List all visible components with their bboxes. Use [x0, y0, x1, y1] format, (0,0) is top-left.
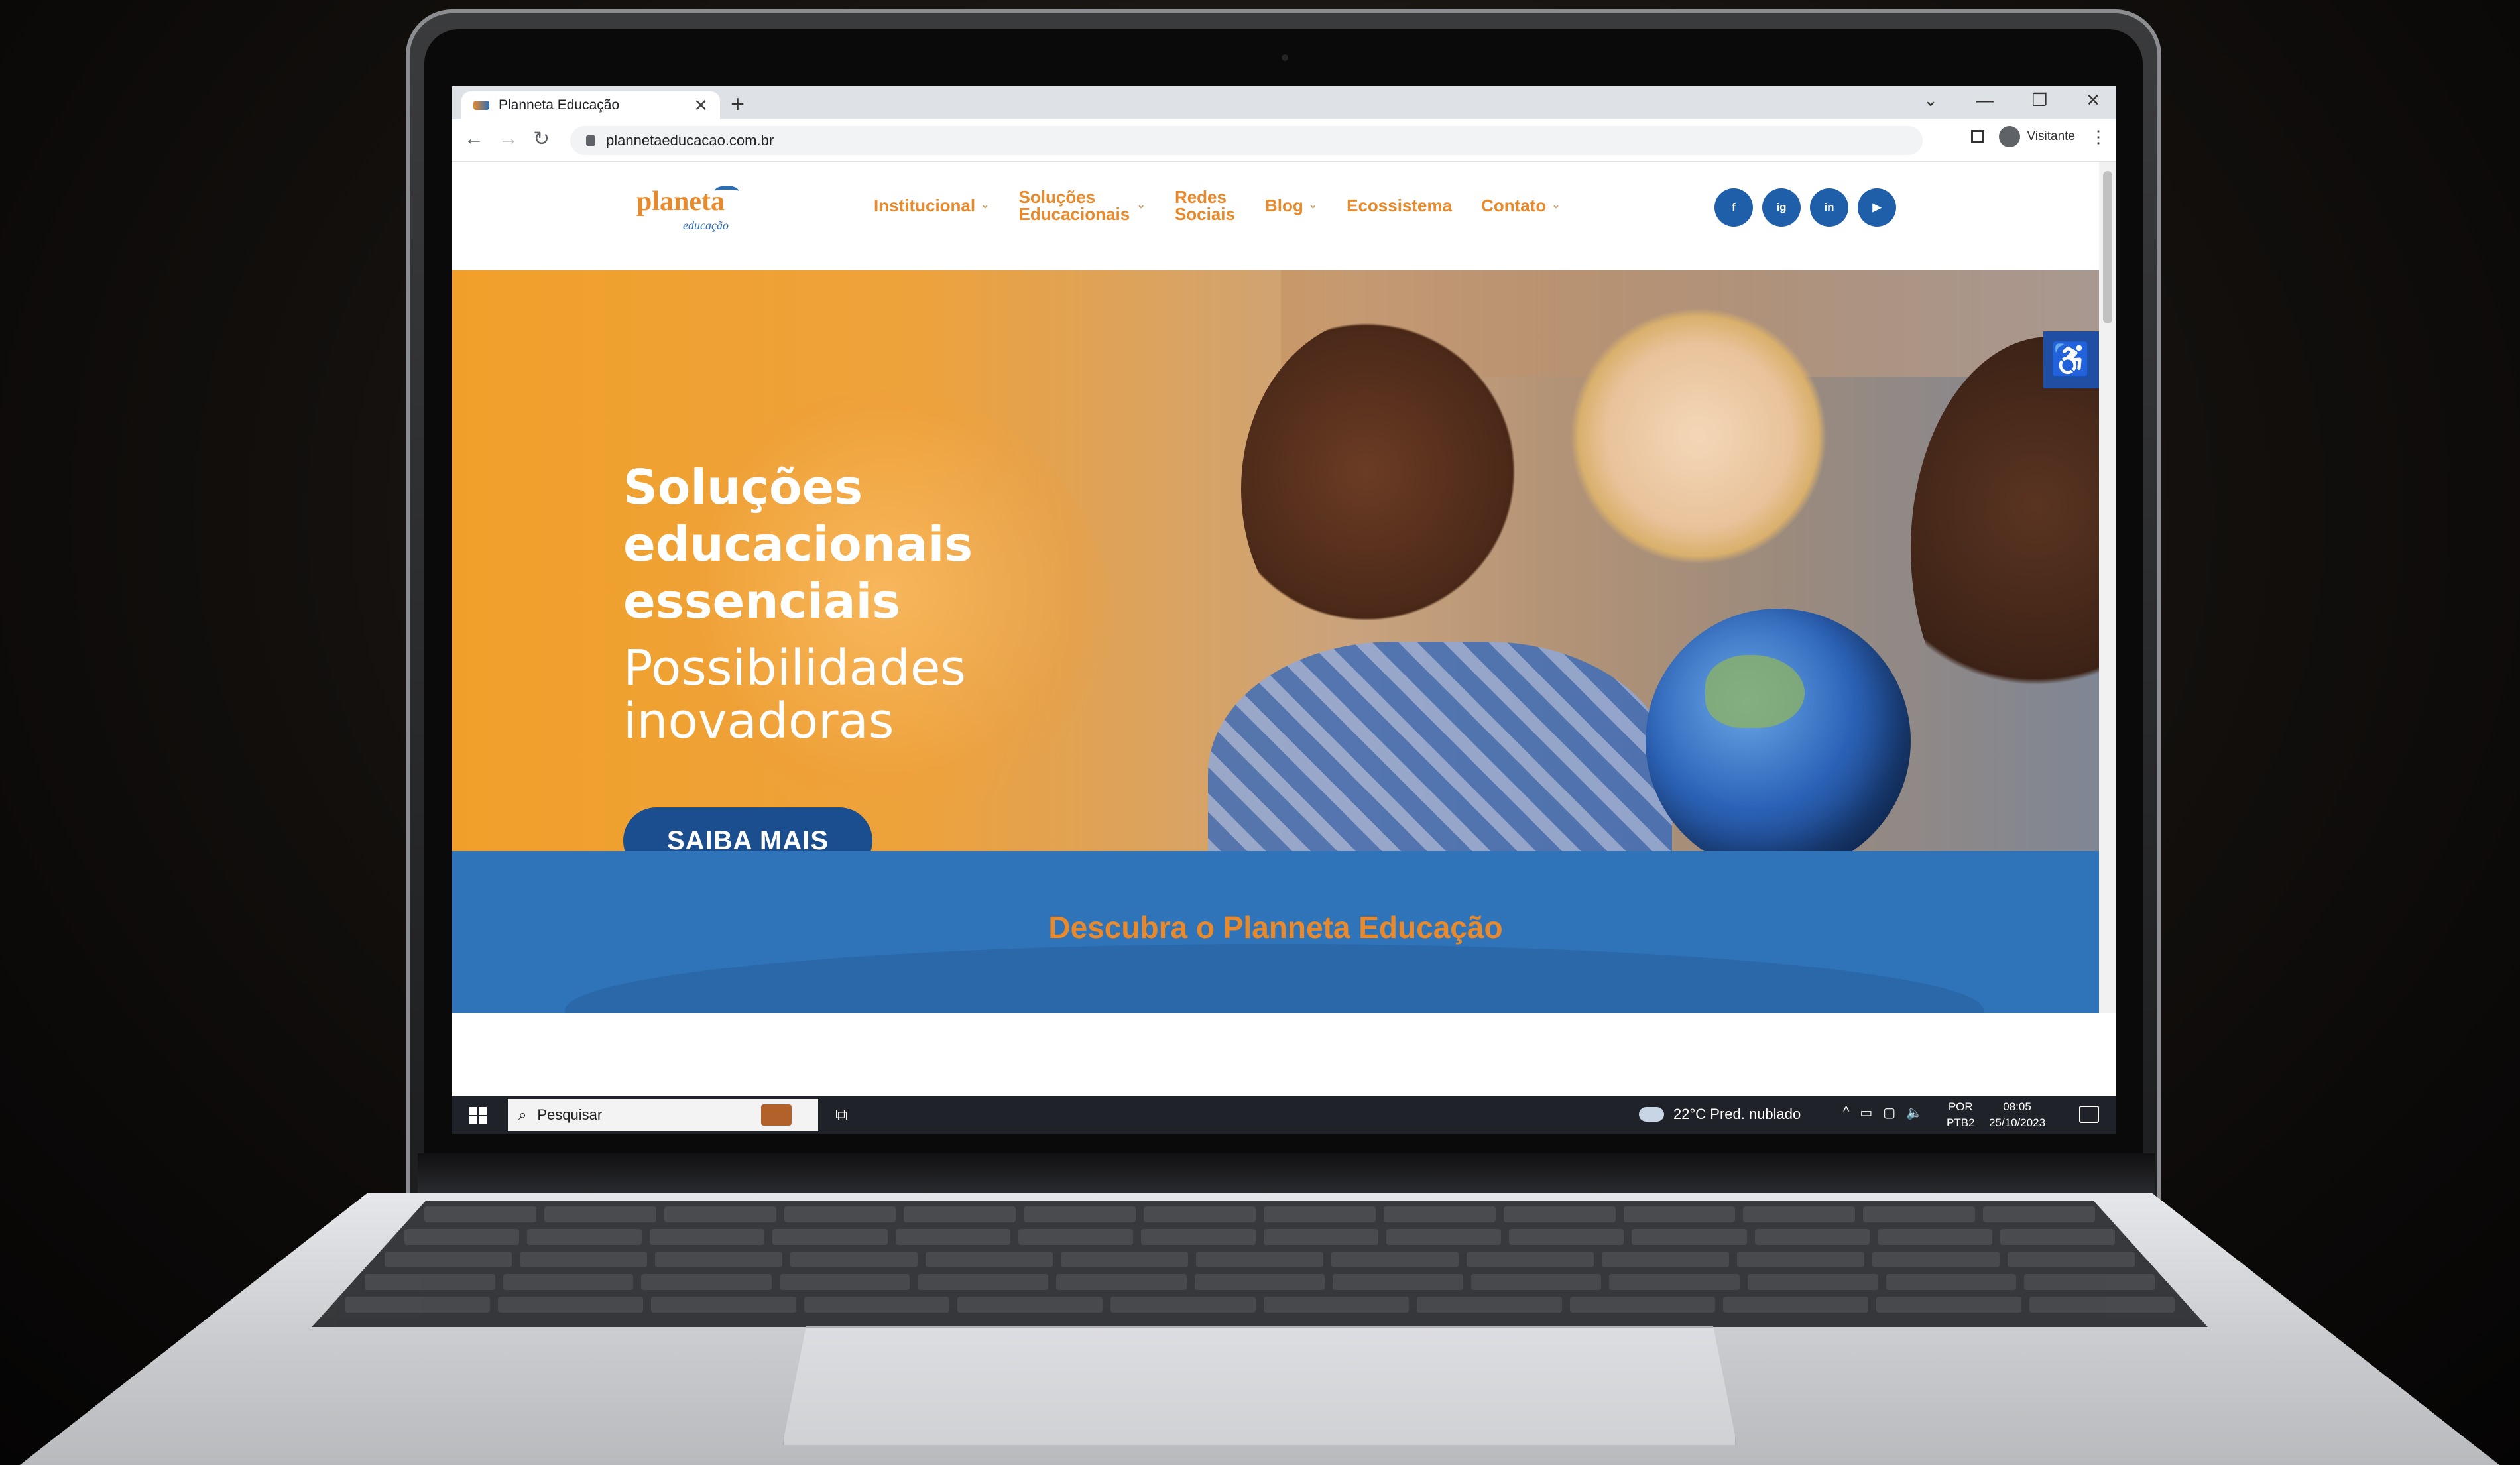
url-text: plannetaeducacao.com.br [606, 132, 774, 148]
task-view-icon[interactable]: ⧉ [835, 1104, 848, 1126]
tab-title: Planneta Educação [499, 97, 620, 113]
briefcase-icon [761, 1104, 792, 1126]
linkedin-icon[interactable]: in [1810, 188, 1848, 227]
laptop-hinge [418, 1153, 2155, 1195]
browser-tab[interactable]: Planneta Educação ✕ [461, 91, 720, 119]
menu-label: Contato [1481, 196, 1547, 215]
system-tray: ^ ▭ ▢ 🔈 [1843, 1104, 1923, 1121]
avatar [1999, 126, 2021, 147]
menu-item-solucoes[interactable]: Soluções Educacionais ⌄ [1019, 188, 1146, 223]
toolbar-right: Visitante ⋮ [1971, 126, 2107, 147]
new-tab-button[interactable]: + [731, 90, 745, 118]
back-icon[interactable]: ← [464, 127, 484, 150]
section-title: Descubra o Planneta Educação [1048, 910, 1503, 945]
lock-icon [586, 135, 595, 146]
chevron-down-icon: ⌄ [1551, 200, 1561, 211]
taskbar-clock[interactable]: 08:05 25/10/2023 [1989, 1099, 2045, 1131]
main-menu: Institucional ⌄ Soluções Educacionais ⌄ … [874, 188, 1561, 223]
menu-label: Redes Sociais [1174, 187, 1235, 224]
language-indicator[interactable]: POR PTB2 [1947, 1099, 1975, 1131]
menu-item-contato[interactable]: Contato ⌄ [1481, 197, 1561, 214]
tab-close-icon[interactable]: ✕ [693, 95, 708, 116]
minimize-button[interactable]: — [1976, 90, 1994, 111]
youtube-icon[interactable]: ▶ [1858, 188, 1896, 227]
trackpad [782, 1326, 1737, 1445]
tray-expand-icon[interactable]: ^ [1843, 1104, 1849, 1121]
side-panel-icon[interactable] [1971, 130, 1985, 143]
clock-date: 25/10/2023 [1989, 1116, 2046, 1129]
search-placeholder: Pesquisar [537, 1106, 603, 1123]
profile-button[interactable]: Visitante [1999, 126, 2075, 147]
notification-icon[interactable] [2079, 1106, 2099, 1123]
search-icon: ⌕ [518, 1106, 527, 1123]
close-window-button[interactable]: ✕ [2086, 90, 2100, 111]
windows-taskbar: ⌕ Pesquisar ⧉ 22°C Pred. nublado ^ ▭ ▢ 🔈… [452, 1096, 2116, 1134]
address-bar[interactable]: plannetaeducacao.com.br [570, 126, 1923, 155]
chevron-down-icon: ⌄ [981, 200, 990, 211]
hero-text: Soluções educacionais essenciais Possibi… [623, 459, 1087, 748]
menu-item-ecossistema[interactable]: Ecossistema [1347, 197, 1452, 214]
lang-code: POR [1948, 1100, 1973, 1113]
accessibility-icon[interactable]: ♿ [2043, 331, 2099, 388]
site-logo[interactable]: planeta educação [636, 186, 749, 239]
maximize-button[interactable]: ❐ [2032, 90, 2047, 111]
menu-label: Soluções Educacionais [1018, 187, 1130, 224]
logo-subtext: educação [683, 219, 729, 232]
browser-toolbar: ← → ↻ plannetaeducacao.com.br Visitante … [452, 119, 2116, 162]
battery-icon[interactable]: ▭ [1860, 1104, 1872, 1121]
scrollbar-thumb[interactable] [2103, 171, 2112, 323]
weather-text: 22°C Pred. nublado [1673, 1106, 1801, 1122]
profile-label: Visitante [2027, 129, 2075, 143]
menu-label: Blog [1264, 196, 1303, 215]
weather-widget[interactable]: 22°C Pred. nublado [1639, 1106, 1801, 1123]
webcam [1282, 54, 1288, 61]
page-scrollbar[interactable] [2099, 162, 2116, 1013]
chevron-down-icon: ⌄ [1136, 200, 1146, 211]
laptop-screen: Planneta Educação ✕ + ⌄ — ❐ ✕ ← → ↻ plan… [452, 86, 2116, 1134]
keyboard-layout: PTB2 [1947, 1116, 1975, 1129]
windows-start-icon[interactable] [469, 1107, 487, 1124]
menu-label: Institucional [874, 196, 976, 215]
web-page: planeta educação Institucional ⌄ Soluçõe… [452, 162, 2099, 1013]
discover-section: Descubra o Planneta Educação [452, 851, 2099, 1013]
menu-item-redes-sociais[interactable]: Redes Sociais [1175, 188, 1236, 223]
forward-icon[interactable]: → [499, 127, 518, 150]
hero-photo-child [1559, 284, 1838, 589]
volume-icon[interactable]: 🔈 [1906, 1104, 1923, 1121]
hero-subtitle: Possibilidades inovadoras [623, 640, 966, 750]
chevron-down-icon: ⌄ [1308, 200, 1318, 211]
social-links: f ig in ▶ [1714, 188, 1896, 227]
browser-tab-bar: Planneta Educação ✕ + ⌄ — ❐ ✕ [452, 86, 2116, 119]
site-header: planeta educação Institucional ⌄ Soluçõe… [452, 162, 2099, 270]
tab-search-icon[interactable]: ⌄ [1923, 90, 1938, 111]
network-icon[interactable]: ▢ [1883, 1104, 1895, 1121]
favicon-icon [473, 101, 489, 110]
facebook-icon[interactable]: f [1714, 188, 1753, 227]
cloud-icon [1639, 1107, 1664, 1122]
section-wave-shape [565, 944, 1984, 1013]
window-controls: ⌄ — ❐ ✕ [1923, 90, 2100, 111]
hero-title: Soluções educacionais essenciais [623, 459, 973, 629]
menu-label: Ecossistema [1347, 196, 1453, 215]
menu-item-institucional[interactable]: Institucional ⌄ [874, 197, 990, 214]
keyboard [312, 1201, 2208, 1327]
clock-time: 08:05 [2003, 1100, 2031, 1113]
menu-item-blog[interactable]: Blog ⌄ [1265, 197, 1317, 214]
logo-swoosh-icon [715, 186, 739, 196]
hero-photo-child [1241, 317, 1520, 662]
taskbar-search[interactable]: ⌕ Pesquisar [508, 1099, 818, 1131]
reload-icon[interactable]: ↻ [533, 127, 550, 150]
instagram-icon[interactable]: ig [1762, 188, 1801, 227]
globe-image [1646, 609, 1911, 874]
browser-menu-icon[interactable]: ⋮ [2090, 127, 2107, 147]
hero-photo-child [1911, 337, 2099, 761]
